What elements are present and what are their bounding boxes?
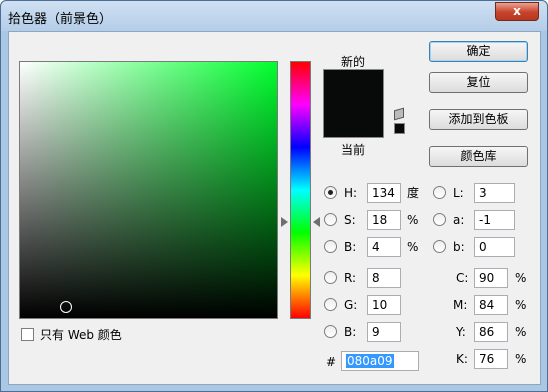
black-input[interactable]: 76 <box>474 349 508 369</box>
lab-l-input[interactable]: 3 <box>474 183 515 203</box>
color-picker-dialog: 拾色器（前景色） x 新的 当前 确定 复位 添加到色板 颜色库 H: 134 … <box>0 0 548 392</box>
red-input[interactable]: 8 <box>367 268 401 288</box>
hex-input-value: 080a09 <box>346 354 394 368</box>
green-input[interactable]: 10 <box>367 295 401 315</box>
color-field-cursor-icon[interactable] <box>60 301 72 313</box>
cyan-input[interactable]: 90 <box>474 268 508 288</box>
yellow-unit: % <box>515 325 527 339</box>
add-to-swatches-button[interactable]: 添加到色板 <box>429 109 528 130</box>
hue-slider[interactable] <box>290 61 311 319</box>
web-colors-only-checkbox[interactable] <box>21 328 34 341</box>
hex-label: # <box>326 355 337 369</box>
current-color-label: 当前 <box>341 143 366 157</box>
saturation-label: S: <box>344 213 356 227</box>
lab-a-radio[interactable] <box>433 213 446 226</box>
red-label: R: <box>344 271 357 285</box>
blue-input[interactable]: 9 <box>367 322 401 342</box>
brightness-radio[interactable] <box>324 240 337 253</box>
new-current-swatch <box>323 69 384 138</box>
black-label: K: <box>456 352 468 366</box>
black-unit: % <box>515 352 527 366</box>
brightness-label: B: <box>344 240 357 254</box>
saturation-radio[interactable] <box>324 213 337 226</box>
magenta-unit: % <box>515 298 527 312</box>
color-libraries-button[interactable]: 颜色库 <box>429 146 528 167</box>
lab-l-radio[interactable] <box>433 186 446 199</box>
web-colors-only-label: 只有 Web 颜色 <box>40 328 122 342</box>
close-button[interactable]: x <box>495 2 539 21</box>
window-title: 拾色器（前景色） <box>8 12 113 27</box>
brightness-unit: % <box>407 240 419 254</box>
reset-button[interactable]: 复位 <box>429 72 528 93</box>
hue-input[interactable]: 134 <box>367 183 401 203</box>
cyan-unit: % <box>515 271 527 285</box>
blue-label: B: <box>344 325 357 339</box>
lab-b-label: b: <box>453 240 465 254</box>
ok-button[interactable]: 确定 <box>429 41 528 62</box>
saturation-unit: % <box>407 213 419 227</box>
lab-b-input[interactable]: 0 <box>474 237 515 257</box>
cyan-label: C: <box>456 271 469 285</box>
hue-label: H: <box>344 186 358 200</box>
brightness-input[interactable]: 4 <box>367 237 401 257</box>
yellow-label: Y: <box>456 325 466 339</box>
red-radio[interactable] <box>324 271 337 284</box>
title-bar: 拾色器（前景色） x <box>1 1 547 31</box>
blue-radio[interactable] <box>324 325 337 338</box>
web-safe-swatch-icon[interactable] <box>394 123 405 134</box>
lab-l-label: L: <box>453 186 464 200</box>
color-field[interactable] <box>19 61 278 319</box>
hue-slider-handle-left-icon[interactable] <box>281 217 288 227</box>
saturation-input[interactable]: 18 <box>367 210 401 230</box>
hue-slider-handle-right-icon[interactable] <box>313 217 320 227</box>
green-radio[interactable] <box>324 298 337 311</box>
new-color-label: 新的 <box>341 55 366 69</box>
hue-unit: 度 <box>407 186 420 200</box>
magenta-input[interactable]: 84 <box>474 295 508 315</box>
green-label: G: <box>344 298 358 312</box>
hue-radio[interactable] <box>324 186 337 199</box>
yellow-input[interactable]: 86 <box>474 322 508 342</box>
lab-b-radio[interactable] <box>433 240 446 253</box>
lab-a-label: a: <box>453 213 465 227</box>
magenta-label: M: <box>453 298 468 312</box>
hex-input[interactable]: 080a09 <box>341 351 419 371</box>
lab-a-input[interactable]: -1 <box>474 210 515 230</box>
